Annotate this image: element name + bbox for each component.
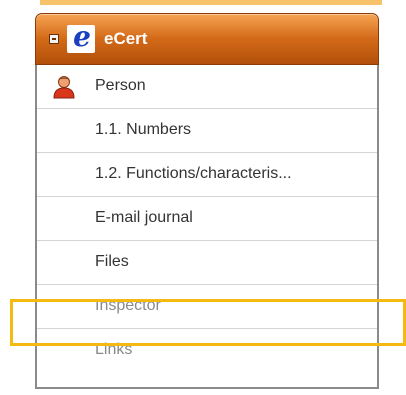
menu-item-label: 1.1. Numbers — [95, 121, 192, 138]
menu-item-person[interactable]: Person — [37, 65, 377, 109]
top-edge-hint — [40, 0, 382, 5]
ecert-logo-icon: e — [67, 21, 95, 53]
menu-item-label: 1.2. Functions/characteris... — [95, 165, 292, 182]
inspector-highlight-box — [10, 299, 406, 346]
menu-item-label: Person — [95, 77, 146, 94]
menu-item-email-journal[interactable]: E-mail journal — [37, 197, 377, 241]
menu-item-files[interactable]: Files — [37, 241, 377, 285]
ecert-logo-letter: e — [73, 20, 91, 53]
collapse-icon[interactable] — [49, 34, 59, 44]
menu-item-functions[interactable]: 1.2. Functions/characteris... — [37, 153, 377, 197]
panel-title: eCert — [104, 29, 148, 48]
menu-item-label: Files — [95, 253, 129, 270]
menu-item-numbers[interactable]: 1.1. Numbers — [37, 109, 377, 153]
person-icon — [53, 76, 75, 99]
menu-item-label: E-mail journal — [95, 209, 193, 226]
panel-header[interactable]: e eCert — [35, 13, 379, 65]
